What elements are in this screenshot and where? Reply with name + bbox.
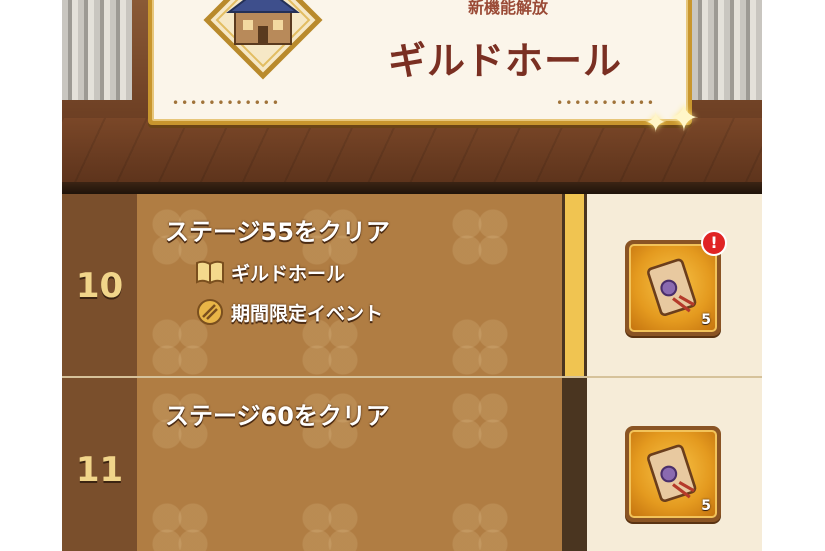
banner-title: ギルドホール — [388, 39, 623, 83]
notification-badge: ! — [701, 230, 727, 256]
mission-body: ステージ60をクリア — [137, 378, 562, 551]
unlock-label: ギルドホール — [231, 262, 346, 285]
sparkle-large-icon: ✦ — [668, 96, 700, 140]
mission-row[interactable]: 10 ステージ55をクリア ギルドホール 期間限定イベント 5 ! — [62, 194, 762, 378]
guild-hall-emblem-icon — [203, 0, 323, 80]
book-icon — [196, 260, 224, 285]
reward-item[interactable]: 5 — [625, 240, 721, 336]
reward-face: 5 — [629, 430, 717, 518]
mission-number-column: 11 — [62, 378, 137, 551]
mission-title: ステージ60をクリア — [165, 402, 390, 430]
unlock-label: 期間限定イベント — [231, 302, 384, 325]
reward-column: 5 — [587, 378, 762, 551]
reward-quantity: 5 — [701, 498, 711, 514]
banner-dots-left: •••••••••••• — [172, 96, 281, 110]
reward-quantity: 5 — [701, 312, 711, 328]
header-divider — [62, 182, 762, 194]
unlock-item-event: 期間限定イベント — [195, 298, 383, 326]
sparkle-icon: ✦ — [644, 106, 668, 139]
banner-dots-right: ••••••••••• — [556, 96, 656, 110]
right-pillar — [692, 0, 762, 100]
reward-item[interactable]: 5 — [625, 426, 721, 522]
event-emblem-icon — [197, 299, 223, 325]
feature-unlock-banner[interactable]: 新機能解放 ギルドホール •••••••••••• ••••••••••• — [148, 0, 692, 125]
mission-body: ステージ55をクリア ギルドホール 期間限定イベント — [137, 194, 562, 376]
left-pillar — [62, 0, 132, 100]
mission-number: 10 — [75, 266, 124, 306]
progress-bar — [562, 378, 587, 551]
mission-list: 10 ステージ55をクリア ギルドホール 期間限定イベント 5 ! 11 ステー… — [62, 194, 762, 551]
game-screen: 新機能解放 ギルドホール •••••••••••• ••••••••••• ✦ … — [62, 0, 762, 551]
progress-fill — [565, 194, 584, 376]
mission-number-column: 10 — [62, 194, 137, 376]
reward-column: 5 ! — [587, 194, 762, 376]
mission-row[interactable]: 11 ステージ60をクリア 5 — [62, 378, 762, 551]
mission-title: ステージ55をクリア — [165, 218, 390, 246]
progress-bar — [562, 194, 587, 376]
reward-face: 5 — [629, 244, 717, 332]
mission-number: 11 — [75, 450, 124, 490]
unlock-item-guild-hall: ギルドホール — [195, 258, 345, 286]
